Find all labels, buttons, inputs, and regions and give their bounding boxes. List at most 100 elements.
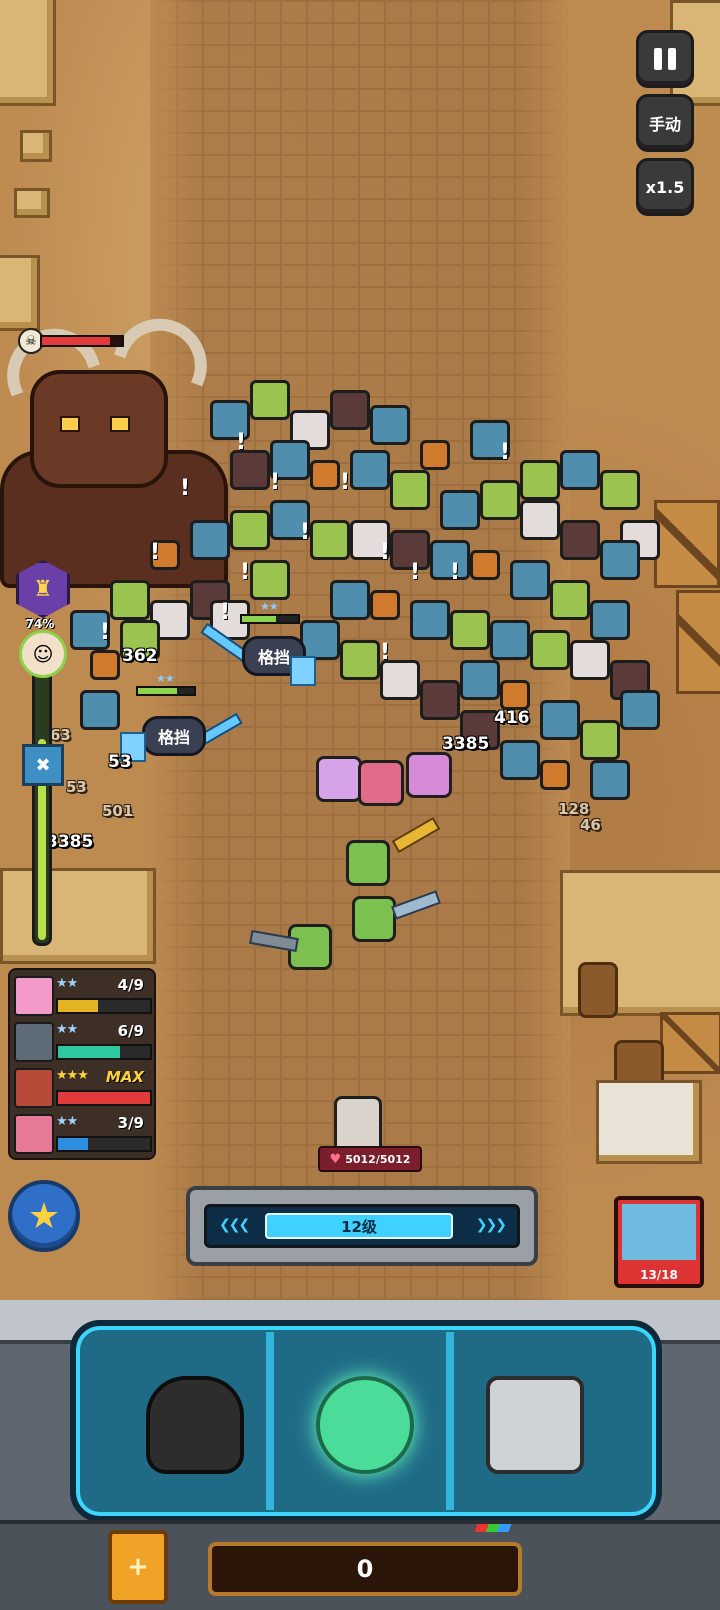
hero-stars: ★★ [56,1022,78,1037]
speed-button[interactable]: x1.5 [636,158,694,216]
zombie-enemy [540,700,580,740]
block-tag: 格挡 [142,716,206,756]
item-selection-screen [70,1320,662,1522]
level-label: 12级 [341,1217,377,1236]
gas-mask-helmet-item[interactable] [146,1376,244,1474]
screen-divider [266,1332,274,1510]
green-slime-item[interactable] [316,1376,414,1474]
wooden-crate [676,590,720,694]
damage-number: 53 [108,752,132,772]
hero-level: MAX [105,1068,144,1086]
zombie-enemy [300,620,340,660]
zombie-enemy [420,680,460,720]
zombie-enemy [420,440,450,470]
hero-xp-bar [56,1090,152,1106]
hero-avatar [14,1068,54,1108]
ally-gunner [346,840,390,886]
damage-number: 53 [66,778,87,796]
star-skill-button[interactable]: ★ [8,1180,80,1252]
hero-roster: ★★ 4/9 ★★ 6/9 ★★★ MAX ★★ 3/9 [8,968,156,1160]
damage-number: 3385 [442,734,490,754]
ally-stars: ★★ [260,600,279,613]
zombie-enemy [500,740,540,780]
zombie-enemy [570,640,610,680]
zombie-enemy [560,450,600,490]
hero-card[interactable]: ★★ 3/9 [14,1112,152,1154]
sandstone-ledge [0,868,156,964]
damage-number: 416 [494,708,530,728]
zombie-enemy [530,630,570,670]
alert-mark: ! [500,440,511,465]
resource-counter: 0 [208,1542,522,1596]
card-pack-button[interactable]: + [108,1530,168,1604]
sandstone-wall [0,0,56,106]
pause-button[interactable] [636,30,694,88]
zombie-enemy [620,690,660,730]
zombie-enemy [250,560,290,600]
zombie-enemy [440,490,480,530]
heart-icon: ♥ [329,1151,342,1167]
zombie-enemy [340,640,380,680]
level-bar: 12级 [265,1213,453,1239]
zombie-enemy [90,650,120,680]
hero-xp-bar [56,1044,152,1060]
hero-stars: ★★ [56,976,78,991]
hero-stars: ★★ [56,1114,78,1129]
ally-unit [358,760,404,806]
enemy-portrait-button[interactable]: 13/18 [614,1196,704,1288]
ally-unit [316,756,362,802]
ally-unit [406,752,452,798]
bone-icon: ✖ [22,744,64,786]
cloth-covered-cart [596,1080,702,1164]
hero-card[interactable]: ★★★ MAX [14,1066,152,1108]
plus-icon: + [127,1552,149,1582]
zombie-enemy [540,760,570,790]
hero-xp-bar [56,1136,152,1152]
zombie-enemy [330,390,370,430]
manual-mode-label: 手动 [648,115,681,134]
player-health: ♥ 5012/5012 [318,1146,422,1172]
zombie-enemy [480,480,520,520]
zombie-enemy [310,460,340,490]
zombie-enemy [330,580,370,620]
level-plate: ❮❮❮ 12级 ❯❯❯ [186,1186,538,1266]
enemy-count: 13/18 [640,1268,678,1282]
manual-mode-button[interactable]: 手动 [636,94,694,152]
robot-head-item[interactable] [486,1376,584,1474]
zombie-enemy [590,600,630,640]
damage-number: 63 [50,726,71,744]
damage-number: 3385 [46,832,94,852]
hero-card[interactable]: ★★ 6/9 [14,1020,152,1062]
screen-divider [446,1332,454,1510]
shield-icon [290,656,316,686]
zombie-enemy [390,470,430,510]
zombie-enemy [510,560,550,600]
grandma-marker-icon: ☺ [19,630,67,678]
zombie-enemy [580,720,620,760]
zombie-enemy [590,760,630,800]
speed-label: x1.5 [645,177,685,197]
hero-avatar [14,1114,54,1154]
game-scene: 手动 x1.5 ☠ !!!!!!!!!!!!!! 格挡 ★★ 格挡 ★★ 362… [0,0,720,1610]
ally-health-bar [240,614,300,624]
zombie-enemy [500,680,530,710]
hero-level: 6/9 [117,1022,144,1040]
zombie-enemy [550,580,590,620]
rgb-stripe-decoration [474,1524,512,1532]
zombie-enemy [380,660,420,700]
player-hp-label: 5012/5012 [345,1152,411,1166]
zombie-enemy [230,450,270,490]
zombie-enemy [350,450,390,490]
wave-progress-percent: 74% [25,617,55,631]
boss-health-bar [40,335,124,347]
star-icon: ★ [27,1195,61,1237]
alert-mark: ! [410,560,421,585]
ally-health-bar [136,686,196,696]
hero-card[interactable]: ★★ 4/9 [14,974,152,1016]
zombie-enemy [470,550,500,580]
zombie-enemy [370,405,410,445]
alert-mark: ! [300,520,311,545]
boss-eye [110,416,130,432]
zombie-enemy [190,520,230,560]
zombie-enemy [520,500,560,540]
